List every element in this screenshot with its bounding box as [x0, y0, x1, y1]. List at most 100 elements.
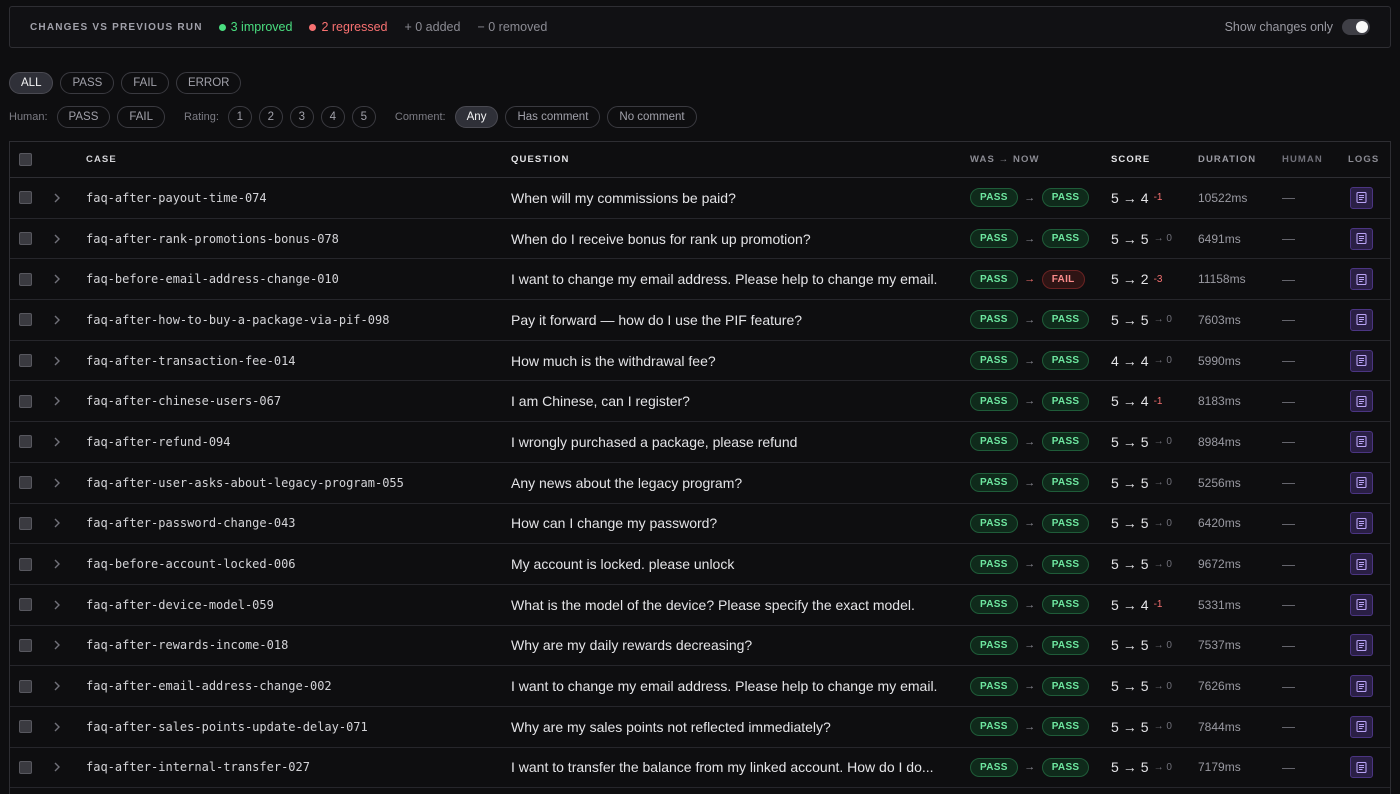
table-row[interactable]: faq-after-device-model-059 What is the m… — [10, 585, 1390, 626]
score-now: 5 — [1140, 556, 1149, 573]
human-pass-button[interactable]: PASS — [56, 106, 111, 128]
row-checkbox[interactable] — [19, 557, 32, 571]
rating-5-button[interactable]: 5 — [351, 106, 376, 128]
chevron-right-icon[interactable] — [53, 762, 61, 772]
table-row[interactable]: faq-after-how-to-buy-a-package-via-pif-0… — [10, 300, 1390, 341]
score-cell: 5 → 5 → 0 — [1111, 504, 1193, 544]
column-header-duration[interactable]: DURATION — [1198, 142, 1278, 177]
select-all-checkbox[interactable] — [19, 153, 32, 166]
row-checkbox[interactable] — [19, 232, 32, 246]
view-logs-button[interactable] — [1349, 471, 1373, 494]
table-row[interactable]: faq-after-email-address-change-002 I wan… — [10, 666, 1390, 707]
table-row[interactable]: faq-after-payout-time-074 When will my c… — [10, 178, 1390, 219]
case-id: faq-before-email-address-change-010 — [86, 272, 339, 287]
view-logs-button[interactable] — [1349, 308, 1373, 331]
expand-cell — [50, 626, 64, 666]
column-header-case[interactable]: CASE — [86, 142, 496, 177]
chevron-right-icon[interactable] — [53, 234, 61, 244]
now-status-badge: PASS — [1041, 635, 1090, 655]
now-status-badge: PASS — [1041, 513, 1090, 533]
table-row[interactable]: faq-after-chinese-users-067 I am Chinese… — [10, 381, 1390, 423]
comment-has-button[interactable]: Has comment — [505, 106, 601, 128]
was-now-cell: PASS → PASS — [970, 300, 1100, 340]
row-checkbox[interactable] — [19, 476, 32, 490]
row-checkbox[interactable] — [19, 638, 32, 652]
rating-2-button[interactable]: 2 — [258, 106, 283, 128]
row-checkbox[interactable] — [19, 598, 32, 612]
table-row[interactable]: faq-after-user-asks-about-legacy-program… — [10, 463, 1390, 504]
column-header-was-now[interactable]: WAS → NOW — [970, 142, 1100, 177]
duration-value: 6491ms — [1198, 231, 1241, 246]
chevron-right-icon[interactable] — [53, 518, 61, 528]
view-logs-button[interactable] — [1349, 634, 1373, 657]
table-row[interactable]: faq-after-rewards-income-018 Why are my … — [10, 626, 1390, 667]
table-row[interactable]: faq-after-internal-transfer-027 I want t… — [10, 748, 1390, 789]
show-changes-only-toggle[interactable] — [1342, 19, 1370, 35]
table-row[interactable]: faq-after-password-change-043 How can I … — [10, 504, 1390, 545]
logs-cell — [1348, 748, 1374, 788]
chevron-right-icon[interactable] — [53, 356, 61, 366]
chevron-right-icon[interactable] — [53, 396, 61, 406]
column-header-human[interactable]: HUMAN — [1282, 142, 1322, 177]
chevron-right-icon[interactable] — [53, 437, 61, 447]
view-logs-button[interactable] — [1349, 593, 1373, 616]
row-checkbox[interactable] — [19, 720, 32, 734]
view-logs-button[interactable] — [1349, 349, 1373, 372]
score-prev: 5 — [1111, 596, 1119, 613]
view-logs-button[interactable] — [1349, 430, 1373, 453]
rating-4-button[interactable]: 4 — [320, 106, 345, 128]
filter-error-button[interactable]: ERROR — [175, 72, 242, 94]
view-logs-button[interactable] — [1349, 756, 1373, 779]
now-status-badge: PASS — [1041, 229, 1090, 249]
comment-none-button[interactable]: No comment — [607, 106, 697, 128]
column-header-score[interactable]: SCORE — [1111, 142, 1193, 177]
chevron-right-icon[interactable] — [53, 640, 61, 650]
view-logs-button[interactable] — [1349, 227, 1373, 250]
row-checkbox[interactable] — [19, 760, 32, 774]
view-logs-button[interactable] — [1349, 390, 1373, 413]
chevron-right-icon[interactable] — [53, 193, 61, 203]
chevron-right-icon[interactable] — [53, 315, 61, 325]
human-rating: — — [1282, 231, 1295, 247]
table-row[interactable]: faq-after-sales-points-update-delay-071 … — [10, 707, 1390, 748]
view-logs-button[interactable] — [1349, 675, 1373, 698]
human-fail-button[interactable]: FAIL — [117, 106, 166, 128]
rating-1-button[interactable]: 1 — [227, 106, 252, 128]
now-status-badge: PASS — [1041, 757, 1090, 777]
view-logs-button[interactable] — [1349, 715, 1373, 738]
chevron-right-icon[interactable] — [53, 600, 61, 610]
row-checkbox[interactable] — [19, 354, 32, 368]
question-text: Why are my daily rewards decreasing? — [511, 637, 753, 654]
view-logs-button[interactable] — [1349, 268, 1373, 291]
regressed-count: 2 regressed — [321, 20, 388, 34]
comment-any-button[interactable]: Any — [454, 106, 499, 128]
table-row[interactable]: faq-before-account-locked-006 My account… — [10, 544, 1390, 585]
row-checkbox[interactable] — [19, 272, 32, 286]
table-row[interactable]: faq-before-email-address-change-010 I wa… — [10, 259, 1390, 301]
view-logs-button[interactable] — [1349, 553, 1373, 576]
filter-fail-button[interactable]: FAIL — [121, 72, 169, 94]
row-checkbox[interactable] — [19, 394, 32, 408]
chevron-right-icon[interactable] — [53, 681, 61, 691]
row-checkbox[interactable] — [19, 313, 32, 327]
chevron-right-icon[interactable] — [53, 274, 61, 284]
chevron-right-icon[interactable] — [53, 478, 61, 488]
chevron-right-icon[interactable] — [53, 722, 61, 732]
column-header-question[interactable]: QUESTION — [511, 142, 957, 177]
view-logs-button[interactable] — [1349, 512, 1373, 535]
filter-pass-button[interactable]: PASS — [60, 72, 115, 94]
row-checkbox[interactable] — [19, 435, 32, 449]
row-checkbox[interactable] — [19, 679, 32, 693]
filter-all-button[interactable]: ALL — [9, 72, 54, 94]
table-row[interactable]: faq-after-transaction-fee-014 How much i… — [10, 341, 1390, 382]
row-checkbox[interactable] — [19, 516, 32, 530]
table-row[interactable]: faq-after-rank-promotions-bonus-078 When… — [10, 219, 1390, 260]
rating-3-button[interactable]: 3 — [289, 106, 314, 128]
table-row[interactable]: faq-after-refund-094 I wrongly purchased… — [10, 422, 1390, 463]
row-checkbox[interactable] — [19, 191, 32, 205]
was-status-badge: PASS — [970, 188, 1018, 208]
chevron-right-icon[interactable] — [53, 559, 61, 569]
view-logs-button[interactable] — [1349, 186, 1373, 209]
expand-cell — [50, 381, 64, 421]
score-arrow-icon: → — [1122, 230, 1137, 247]
